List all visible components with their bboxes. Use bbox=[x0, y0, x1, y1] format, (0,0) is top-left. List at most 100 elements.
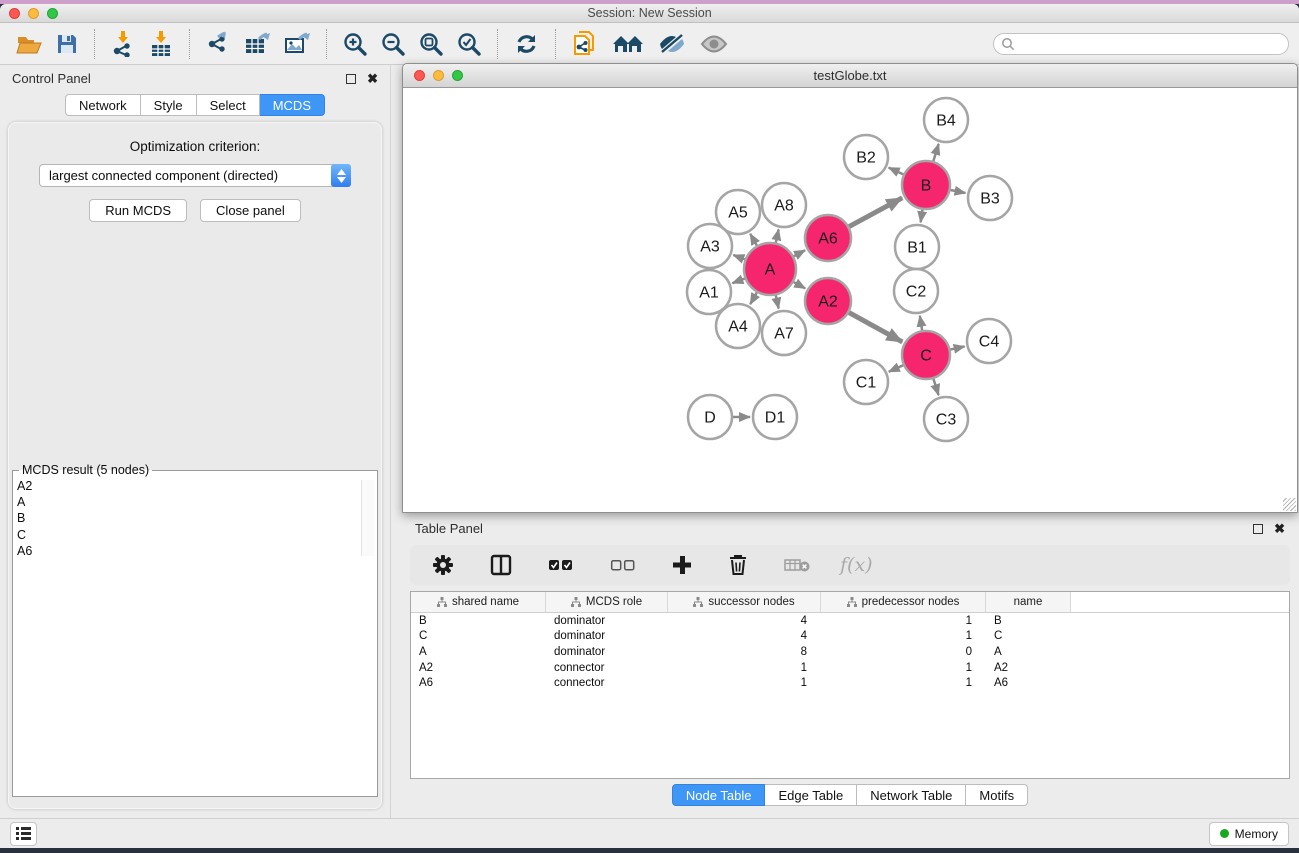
network-minimize-button[interactable] bbox=[433, 70, 444, 81]
function-builder-icon[interactable]: f(x) bbox=[840, 554, 873, 576]
network-window-titlebar[interactable]: testGlobe.txt bbox=[403, 64, 1297, 88]
table-row[interactable]: A6connector11A6 bbox=[411, 675, 1289, 691]
result-scrollbar[interactable] bbox=[361, 480, 374, 556]
table-cell[interactable]: A2 bbox=[411, 662, 546, 674]
graph-edge-A-A7[interactable] bbox=[776, 295, 779, 308]
table-cell[interactable]: B bbox=[411, 615, 546, 627]
tab-motifs[interactable]: Motifs bbox=[966, 784, 1028, 806]
network-close-button[interactable] bbox=[414, 70, 425, 81]
table-cell[interactable]: 4 bbox=[668, 630, 821, 642]
graph-edge-B-B4[interactable] bbox=[933, 144, 938, 161]
graph-edge-B-B1[interactable] bbox=[921, 210, 923, 223]
network-view-window[interactable]: testGlobe.txt B4B2BB3A8A5A6A3B1AC2A1A2A4… bbox=[402, 63, 1298, 513]
close-panel-icon[interactable]: ✖ bbox=[1274, 524, 1285, 534]
close-panel-button[interactable]: Close panel bbox=[200, 199, 301, 222]
mcds-result-list[interactable]: A2ABCA6 bbox=[17, 478, 377, 559]
graph-edge-A-A2[interactable] bbox=[794, 282, 806, 288]
table-cell[interactable]: 1 bbox=[821, 615, 986, 627]
table-cell[interactable]: C bbox=[986, 630, 1071, 642]
graph-edge-C-C3[interactable] bbox=[933, 379, 938, 395]
resize-grip[interactable] bbox=[1283, 498, 1296, 511]
result-list-item[interactable]: C bbox=[17, 527, 377, 543]
tab-mcds[interactable]: MCDS bbox=[260, 94, 325, 116]
graph-edge-C-C2[interactable] bbox=[920, 316, 922, 331]
result-list-item[interactable]: A2 bbox=[17, 478, 377, 494]
minimize-window-button[interactable] bbox=[28, 8, 39, 19]
show-all-icon[interactable] bbox=[699, 31, 729, 57]
table-row[interactable]: A2connector11A2 bbox=[411, 660, 1289, 676]
graph-edge-A6-B[interactable] bbox=[849, 198, 902, 227]
table-cell[interactable]: A bbox=[986, 646, 1071, 658]
import-network-icon[interactable] bbox=[110, 30, 136, 57]
deselect-all-icon[interactable] bbox=[610, 559, 636, 571]
graph-edge-A-A4[interactable] bbox=[750, 293, 757, 305]
zoom-window-button[interactable] bbox=[47, 8, 58, 19]
result-list-item[interactable]: B bbox=[17, 510, 377, 526]
table-cell[interactable]: connector bbox=[546, 662, 668, 674]
graph-edge-C-C1[interactable] bbox=[889, 365, 903, 371]
new-network-from-selection-icon[interactable] bbox=[571, 30, 599, 58]
zoom-fit-icon[interactable] bbox=[418, 31, 444, 57]
criterion-dropdown[interactable]: largest connected component (directed) bbox=[39, 164, 351, 187]
graph-edge-C-C4[interactable] bbox=[950, 346, 964, 349]
column-header-name[interactable]: name bbox=[986, 592, 1071, 612]
result-list-item[interactable]: A bbox=[17, 494, 377, 510]
table-cell[interactable]: dominator bbox=[546, 630, 668, 642]
graph-edge-B-B2[interactable] bbox=[889, 168, 904, 175]
zoom-selected-icon[interactable] bbox=[456, 31, 482, 57]
table-cell[interactable]: dominator bbox=[546, 615, 668, 627]
graph-edge-A2-C[interactable] bbox=[849, 313, 902, 342]
table-cell[interactable]: 1 bbox=[821, 630, 986, 642]
first-neighbors-icon[interactable] bbox=[611, 31, 645, 57]
table-cell[interactable]: B bbox=[986, 615, 1071, 627]
delete-column-icon[interactable] bbox=[728, 554, 748, 576]
run-mcds-button[interactable]: Run MCDS bbox=[89, 199, 187, 222]
tab-node-table[interactable]: Node Table bbox=[672, 784, 766, 806]
table-cell[interactable]: 8 bbox=[668, 646, 821, 658]
graph-edge-A-A8[interactable] bbox=[776, 229, 779, 242]
table-cell[interactable]: 1 bbox=[668, 662, 821, 674]
export-image-icon[interactable] bbox=[283, 30, 311, 57]
tab-network-table[interactable]: Network Table bbox=[857, 784, 966, 806]
tab-edge-table[interactable]: Edge Table bbox=[765, 784, 857, 806]
table-cell[interactable]: 1 bbox=[821, 677, 986, 689]
export-table-icon[interactable] bbox=[243, 30, 271, 57]
close-panel-icon[interactable]: ✖ bbox=[367, 74, 378, 84]
tab-select[interactable]: Select bbox=[197, 94, 260, 116]
graph-edge-A-A1[interactable] bbox=[732, 279, 744, 284]
graph-edge-B-B3[interactable] bbox=[950, 190, 965, 193]
add-column-icon[interactable] bbox=[672, 555, 692, 575]
search-input[interactable] bbox=[1020, 37, 1281, 51]
export-network-icon[interactable] bbox=[205, 30, 231, 57]
network-canvas[interactable]: B4B2BB3A8A5A6A3B1AC2A1A2A4A7C4CC1C3DD1 bbox=[403, 88, 1297, 512]
columns-icon[interactable] bbox=[490, 554, 512, 576]
result-list-item[interactable]: A6 bbox=[17, 543, 377, 559]
table-cell[interactable]: A6 bbox=[411, 677, 546, 689]
float-panel-icon[interactable] bbox=[1253, 524, 1263, 534]
close-window-button[interactable] bbox=[9, 8, 20, 19]
table-cell[interactable]: 1 bbox=[668, 677, 821, 689]
table-cell[interactable]: A bbox=[411, 646, 546, 658]
table-cell[interactable]: A2 bbox=[986, 662, 1071, 674]
column-header-successor-nodes[interactable]: successor nodes bbox=[668, 592, 821, 612]
import-table-icon[interactable] bbox=[148, 30, 174, 57]
graph-edge-A-A5[interactable] bbox=[750, 234, 757, 246]
table-cell[interactable]: 1 bbox=[821, 662, 986, 674]
table-cell[interactable]: connector bbox=[546, 677, 668, 689]
window-titlebar[interactable]: Session: New Session bbox=[0, 4, 1299, 23]
refresh-layout-icon[interactable] bbox=[513, 31, 540, 57]
column-header-predecessor-nodes[interactable]: predecessor nodes bbox=[821, 592, 986, 612]
column-header-shared-name[interactable]: shared name bbox=[411, 592, 546, 612]
search-field[interactable] bbox=[993, 33, 1289, 55]
node-table[interactable]: shared nameMCDS rolesuccessor nodesprede… bbox=[410, 591, 1290, 779]
zoom-in-icon[interactable] bbox=[342, 31, 368, 57]
tab-style[interactable]: Style bbox=[141, 94, 197, 116]
tab-network[interactable]: Network bbox=[65, 94, 141, 116]
table-row[interactable]: Adominator80A bbox=[411, 644, 1289, 660]
graph-edge-A-A3[interactable] bbox=[733, 255, 744, 259]
network-zoom-button[interactable] bbox=[452, 70, 463, 81]
delete-table-icon[interactable] bbox=[784, 557, 810, 573]
table-cell[interactable]: 4 bbox=[668, 615, 821, 627]
table-cell[interactable]: A6 bbox=[986, 677, 1071, 689]
table-row[interactable]: Bdominator41B bbox=[411, 613, 1289, 629]
